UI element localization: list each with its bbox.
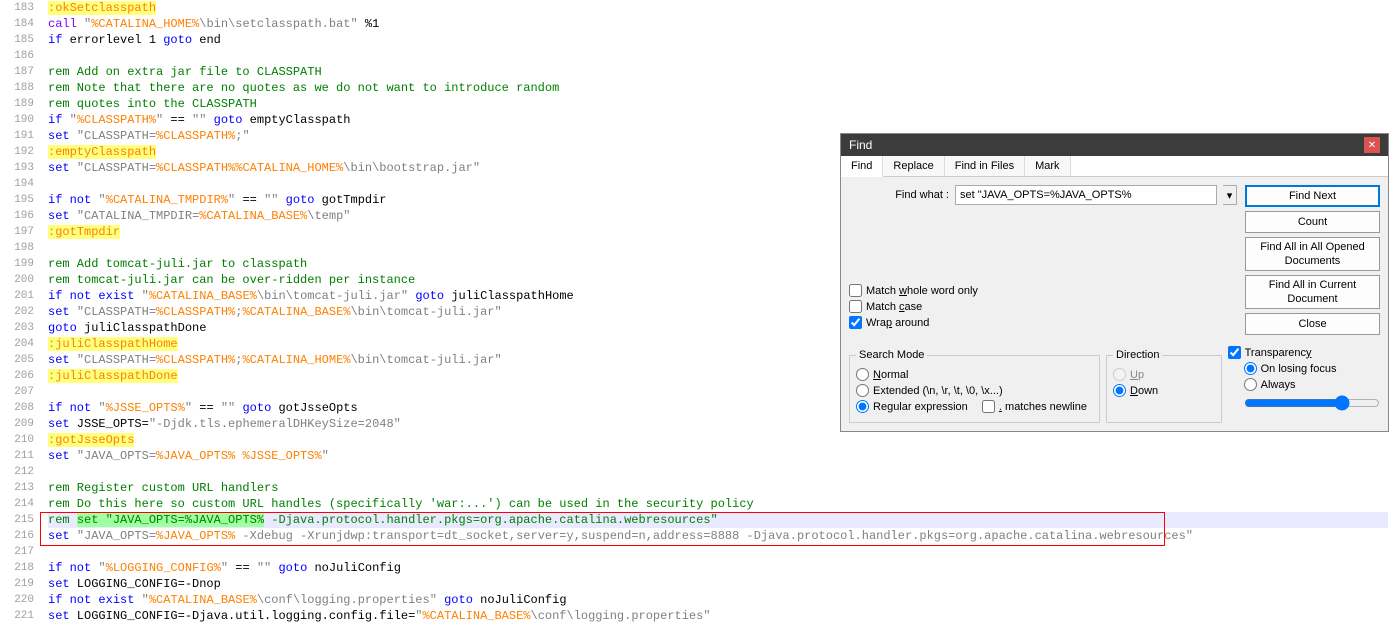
code-line[interactable]: rem set "JAVA_OPTS=%JAVA_OPTS% -Djava.pr… bbox=[48, 512, 1388, 528]
find-what-input[interactable] bbox=[955, 185, 1217, 205]
line-number: 188 bbox=[0, 80, 40, 96]
code-line[interactable]: :gotJsseOpts bbox=[48, 432, 1388, 448]
line-number: 208 bbox=[0, 400, 40, 416]
line-number: 186 bbox=[0, 48, 40, 64]
code-line[interactable]: rem Add on extra jar file to CLASSPATH bbox=[48, 64, 1388, 80]
transparency-slider[interactable] bbox=[1244, 395, 1380, 411]
find-tabs: Find Replace Find in Files Mark bbox=[841, 156, 1388, 177]
line-number: 201 bbox=[0, 288, 40, 304]
code-line[interactable]: rem Do this here so custom URL handles (… bbox=[48, 496, 1388, 512]
line-number: 196 bbox=[0, 208, 40, 224]
direction-group: Direction Up Down bbox=[1106, 349, 1222, 423]
line-number: 214 bbox=[0, 496, 40, 512]
find-titlebar[interactable]: Find ✕ bbox=[841, 134, 1388, 156]
direction-legend: Direction bbox=[1113, 349, 1162, 361]
code-line[interactable]: set "JAVA_OPTS=%JAVA_OPTS% %JSSE_OPTS%" bbox=[48, 448, 1388, 464]
line-number: 220 bbox=[0, 592, 40, 608]
extended-radio[interactable]: Extended (\n, \r, \t, \0, \x...) bbox=[856, 384, 1093, 397]
line-number: 202 bbox=[0, 304, 40, 320]
line-number: 211 bbox=[0, 448, 40, 464]
close-icon[interactable]: ✕ bbox=[1364, 137, 1380, 153]
down-radio[interactable]: Down bbox=[1113, 384, 1215, 397]
code-line[interactable] bbox=[48, 48, 1388, 64]
line-number: 207 bbox=[0, 384, 40, 400]
code-line[interactable]: if not exist "%CATALINA_BASE%\conf\loggi… bbox=[48, 592, 1388, 608]
chevron-down-icon[interactable]: ▾ bbox=[1223, 185, 1237, 205]
code-line[interactable] bbox=[48, 464, 1388, 480]
line-number: 204 bbox=[0, 336, 40, 352]
line-number: 206 bbox=[0, 368, 40, 384]
line-number: 185 bbox=[0, 32, 40, 48]
find-next-button[interactable]: Find Next bbox=[1245, 185, 1380, 207]
line-number: 199 bbox=[0, 256, 40, 272]
code-line[interactable]: rem Note that there are no quotes as we … bbox=[48, 80, 1388, 96]
line-number: 194 bbox=[0, 176, 40, 192]
line-number: 189 bbox=[0, 96, 40, 112]
line-number: 203 bbox=[0, 320, 40, 336]
line-number: 210 bbox=[0, 432, 40, 448]
line-number: 200 bbox=[0, 272, 40, 288]
line-number: 209 bbox=[0, 416, 40, 432]
search-mode-group: Search Mode Normal Extended (\n, \r, \t,… bbox=[849, 349, 1100, 423]
code-line[interactable] bbox=[48, 544, 1388, 560]
always-radio[interactable]: Always bbox=[1244, 378, 1380, 391]
code-line[interactable]: rem Register custom URL handlers bbox=[48, 480, 1388, 496]
line-number: 197 bbox=[0, 224, 40, 240]
line-number: 187 bbox=[0, 64, 40, 80]
dot-newline-checkbox[interactable] bbox=[982, 400, 995, 413]
line-number: 218 bbox=[0, 560, 40, 576]
line-number: 195 bbox=[0, 192, 40, 208]
find-all-current-button[interactable]: Find All in Current Document bbox=[1245, 275, 1380, 309]
tab-replace[interactable]: Replace bbox=[883, 156, 944, 176]
code-line[interactable]: set LOGGING_CONFIG=-Djava.util.logging.c… bbox=[48, 608, 1388, 624]
match-whole-checkbox[interactable]: Match whole word only bbox=[849, 284, 1237, 297]
tab-mark[interactable]: Mark bbox=[1025, 156, 1070, 176]
find-what-label: Find what : bbox=[849, 189, 949, 201]
line-number: 191 bbox=[0, 128, 40, 144]
line-number: 216 bbox=[0, 528, 40, 544]
code-line[interactable]: set LOGGING_CONFIG=-Dnop bbox=[48, 576, 1388, 592]
code-line[interactable]: if "%CLASSPATH%" == "" goto emptyClasspa… bbox=[48, 112, 1388, 128]
line-number: 205 bbox=[0, 352, 40, 368]
tab-find-in-files[interactable]: Find in Files bbox=[945, 156, 1025, 176]
find-dialog: Find ✕ Find Replace Find in Files Mark F… bbox=[840, 133, 1389, 432]
line-number: 190 bbox=[0, 112, 40, 128]
line-number: 192 bbox=[0, 144, 40, 160]
wrap-around-checkbox[interactable]: Wrap around bbox=[849, 316, 1237, 329]
find-all-opened-button[interactable]: Find All in All Opened Documents bbox=[1245, 237, 1380, 271]
tab-find[interactable]: Find bbox=[841, 156, 883, 177]
code-line[interactable]: set "JAVA_OPTS=%JAVA_OPTS% -Xdebug -Xrun… bbox=[48, 528, 1388, 544]
code-line[interactable]: call "%CATALINA_HOME%\bin\setclasspath.b… bbox=[48, 16, 1388, 32]
code-line[interactable]: if errorlevel 1 goto end bbox=[48, 32, 1388, 48]
line-number: 183 bbox=[0, 0, 40, 16]
line-number: 212 bbox=[0, 464, 40, 480]
regex-radio[interactable]: Regular expression . matches newline bbox=[856, 400, 1093, 413]
line-number: 217 bbox=[0, 544, 40, 560]
line-number: 215 bbox=[0, 512, 40, 528]
match-case-checkbox[interactable]: Match case bbox=[849, 300, 1237, 313]
line-number: 213 bbox=[0, 480, 40, 496]
close-button[interactable]: Close bbox=[1245, 313, 1380, 335]
gutter: 1831841851861871881891901911921931941951… bbox=[0, 0, 40, 624]
code-line[interactable]: :okSetclasspath bbox=[48, 0, 1388, 16]
code-line[interactable]: rem quotes into the CLASSPATH bbox=[48, 96, 1388, 112]
line-number: 221 bbox=[0, 608, 40, 624]
code-line[interactable]: if not "%LOGGING_CONFIG%" == "" goto noJ… bbox=[48, 560, 1388, 576]
on-losing-focus-radio[interactable]: On losing focus bbox=[1244, 362, 1380, 375]
search-mode-legend: Search Mode bbox=[856, 349, 927, 361]
normal-radio[interactable]: Normal bbox=[856, 368, 1093, 381]
up-radio[interactable]: Up bbox=[1113, 368, 1215, 381]
line-number: 184 bbox=[0, 16, 40, 32]
line-number: 193 bbox=[0, 160, 40, 176]
find-title-text: Find bbox=[849, 138, 872, 152]
line-number: 198 bbox=[0, 240, 40, 256]
count-button[interactable]: Count bbox=[1245, 211, 1380, 233]
transparency-checkbox[interactable]: Transparency bbox=[1228, 346, 1380, 359]
line-number: 219 bbox=[0, 576, 40, 592]
